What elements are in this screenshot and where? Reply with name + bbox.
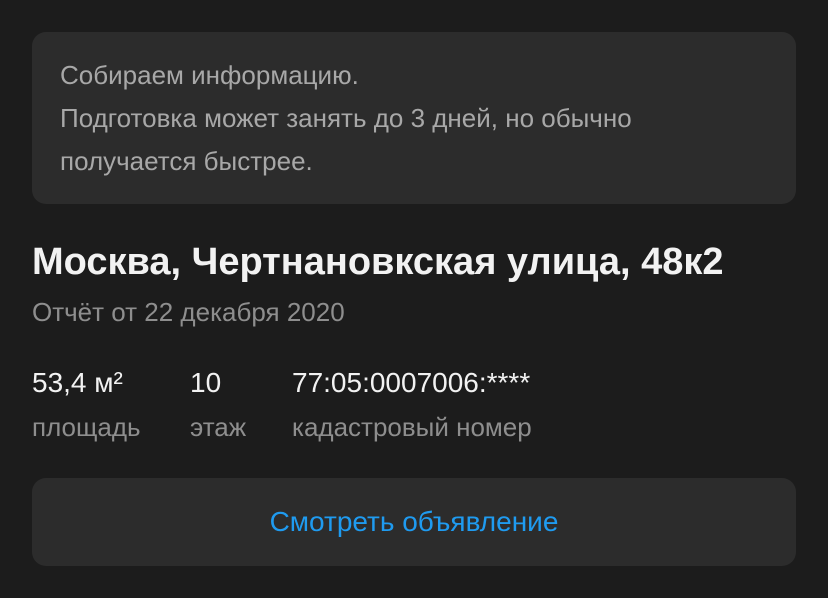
- info-banner-text: Собираем информацию. Подготовка может за…: [60, 54, 760, 183]
- report-date: Отчёт от 22 декабря 2020: [32, 297, 345, 327]
- stat-floor: 10 этаж: [190, 364, 246, 444]
- area-label: площадь: [32, 412, 141, 442]
- cadastral-number-value: 77:05:0007006:****: [292, 367, 531, 398]
- info-banner-line: Подготовка может занять до 3 дней, но об…: [60, 103, 632, 133]
- info-banner-line: Собираем информацию.: [60, 60, 359, 90]
- floor-value: 10: [190, 367, 222, 398]
- cadastral-number-label: кадастровый номер: [292, 412, 532, 442]
- stat-cadastral-number: 77:05:0007006:**** кадастровый номер: [292, 364, 532, 444]
- view-listing-button[interactable]: Смотреть объявление: [32, 478, 796, 566]
- stat-area: 53,4 м² площадь: [32, 364, 141, 444]
- property-address: Москва, Чертнановкская улица, 48к2: [32, 241, 724, 283]
- info-banner-line: получается быстрее.: [60, 146, 313, 176]
- floor-label: этаж: [190, 412, 247, 442]
- area-value: 53,4 м²: [32, 367, 123, 398]
- info-banner: Собираем информацию. Подготовка может за…: [32, 32, 796, 204]
